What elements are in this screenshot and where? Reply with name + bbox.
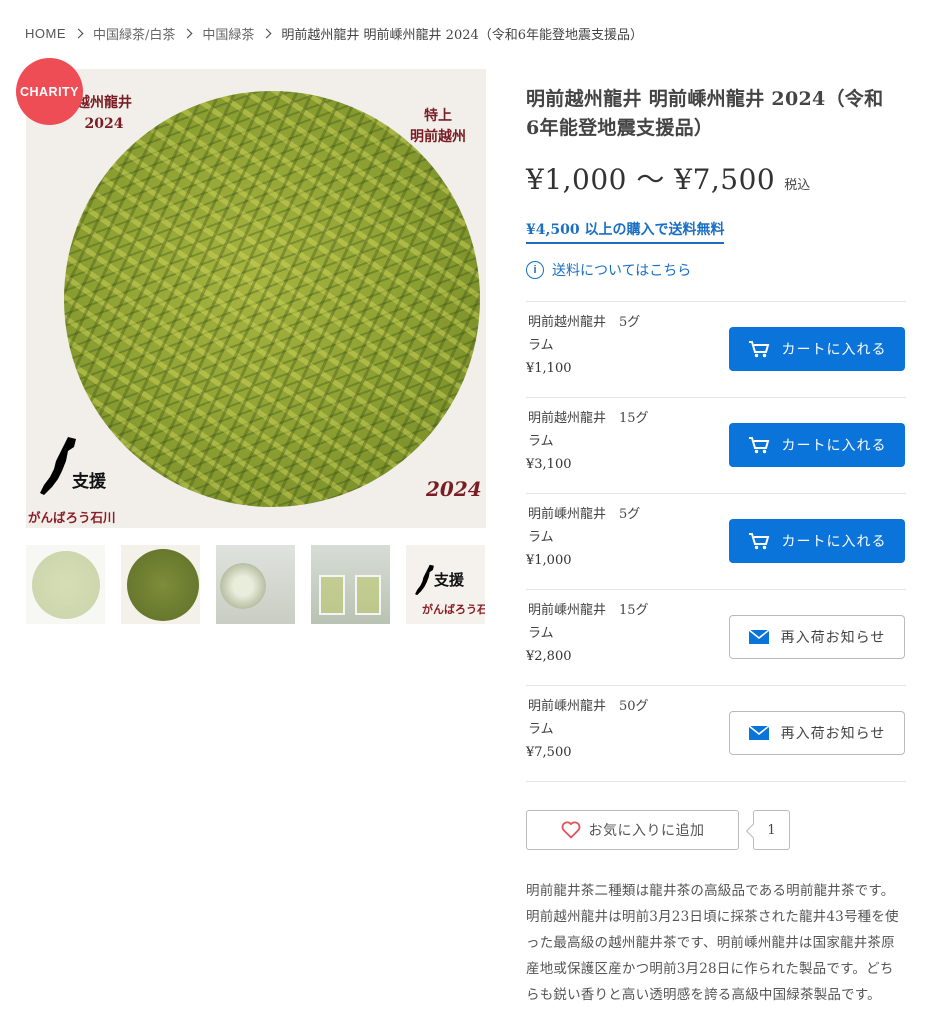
price-range: ¥1,000 〜 ¥7,500: [526, 163, 776, 196]
thumbnail-label-slogan: がんばろう石川: [422, 603, 485, 616]
add-to-favorites-label: お気に入りに追加: [588, 822, 705, 838]
tax-label: 税込: [784, 178, 811, 193]
restock-notify-label: 再入荷お知らせ: [780, 725, 886, 741]
shipping-info-label: 送料についてはこちら: [552, 263, 692, 279]
breadcrumb: HOME 中国緑茶/白茶 中国緑茶 明前越州龍井 明前嵊州龍井 2024（令和6…: [25, 24, 644, 43]
variant-price: ¥2,800: [526, 649, 572, 664]
variant-price: ¥1,000: [526, 553, 572, 568]
variant-row: 明前嵊州龍井 50グラム ¥7,500 再入荷お知らせ: [526, 686, 906, 782]
thumbnail-4[interactable]: [311, 545, 390, 624]
image-label-slogan: がんばろう石川: [28, 510, 116, 525]
price-row: ¥1,000 〜 ¥7,500 税込: [526, 158, 810, 198]
variant-list: 明前越州龍井 5グラム ¥1,100 カートに入れる 明前越州龍井 15グラム …: [526, 301, 906, 782]
restock-notify-button[interactable]: 再入荷お知らせ: [729, 711, 905, 755]
chevron-right-icon: [73, 28, 84, 38]
mail-icon: [748, 726, 769, 740]
thumbnail-5[interactable]: 支援 がんばろう石川: [406, 545, 485, 624]
variant-price: ¥1,100: [526, 361, 572, 376]
breadcrumb-current: 明前越州龍井 明前嵊州龍井 2024（令和6年能登地震支援品）: [281, 27, 644, 43]
add-to-cart-label: カートに入れる: [781, 533, 887, 549]
free-shipping-notice: ¥4,500 以上の購入で送料無料: [526, 219, 725, 244]
variant-row: 明前嵊州龍井 5グラム ¥1,000 カートに入れる: [526, 494, 906, 590]
variant-row: 明前越州龍井 5グラム ¥1,100 カートに入れる: [526, 302, 906, 398]
thumbnail-3[interactable]: [216, 545, 295, 624]
restock-notify-label: 再入荷お知らせ: [780, 629, 886, 645]
variant-name: 明前越州龍井 5グラム: [528, 315, 641, 353]
product-title: 明前越州龍井 明前嵊州龍井 2024（令和6年能登地震支援品）: [526, 88, 884, 139]
add-to-cart-label: カートに入れる: [781, 341, 887, 357]
variant-name: 明前嵊州龍井 15グラム: [528, 603, 649, 641]
variant-price: ¥7,500: [526, 745, 572, 760]
variant-name: 明前嵊州龍井 5グラム: [528, 507, 641, 545]
heart-icon: [561, 821, 581, 839]
thumbnail-1[interactable]: [26, 545, 105, 624]
tea-leaves-image: [64, 91, 480, 507]
thumbnail-label-support: 支援: [434, 571, 465, 589]
breadcrumb-category[interactable]: 中国緑茶/白茶: [93, 24, 175, 43]
noto-peninsula-icon: [415, 564, 434, 596]
image-label-year: 2024: [426, 477, 482, 501]
variant-row: 明前越州龍井 15グラム ¥3,100 カートに入れる: [526, 398, 906, 494]
breadcrumb-subcategory[interactable]: 中国緑茶: [202, 24, 254, 43]
add-to-cart-label: カートに入れる: [781, 437, 887, 453]
chevron-right-icon: [261, 28, 272, 38]
cart-icon: [748, 436, 770, 454]
main-product-image[interactable]: 越州龍井 2024 特上 明前越州 支援 がんばろう石川 2024: [26, 69, 486, 528]
variant-price: ¥3,100: [526, 457, 572, 472]
favorites-count: 1: [753, 810, 790, 850]
cart-icon: [748, 532, 770, 550]
variant-name: 明前嵊州龍井 50グラム: [528, 699, 649, 737]
variant-name: 明前越州龍井 15グラム: [528, 411, 649, 449]
add-to-cart-button[interactable]: カートに入れる: [729, 519, 905, 563]
chevron-right-icon: [182, 28, 193, 38]
info-icon: i: [526, 261, 544, 279]
mail-icon: [748, 630, 769, 644]
image-label-support: 支援: [72, 472, 106, 492]
image-label-top-right: 特上 明前越州: [410, 108, 466, 145]
variant-row: 明前嵊州龍井 15グラム ¥2,800 再入荷お知らせ: [526, 590, 906, 686]
charity-badge: CHARITY: [16, 58, 83, 125]
shipping-info-link[interactable]: i 送料についてはこちら: [526, 260, 691, 280]
add-to-favorites-button[interactable]: お気に入りに追加: [526, 810, 739, 850]
cart-icon: [748, 340, 770, 358]
add-to-cart-button[interactable]: カートに入れる: [729, 423, 905, 467]
thumbnail-strip: 支援 がんばろう石川: [26, 545, 485, 624]
thumbnail-2[interactable]: [121, 545, 200, 624]
product-description: 明前龍井茶二種類は龍井茶の高級品である明前龍井茶です。明前越州龍井は明前3月23…: [526, 883, 899, 1003]
add-to-cart-button[interactable]: カートに入れる: [729, 327, 905, 371]
restock-notify-button[interactable]: 再入荷お知らせ: [729, 615, 905, 659]
breadcrumb-home[interactable]: HOME: [25, 26, 66, 41]
